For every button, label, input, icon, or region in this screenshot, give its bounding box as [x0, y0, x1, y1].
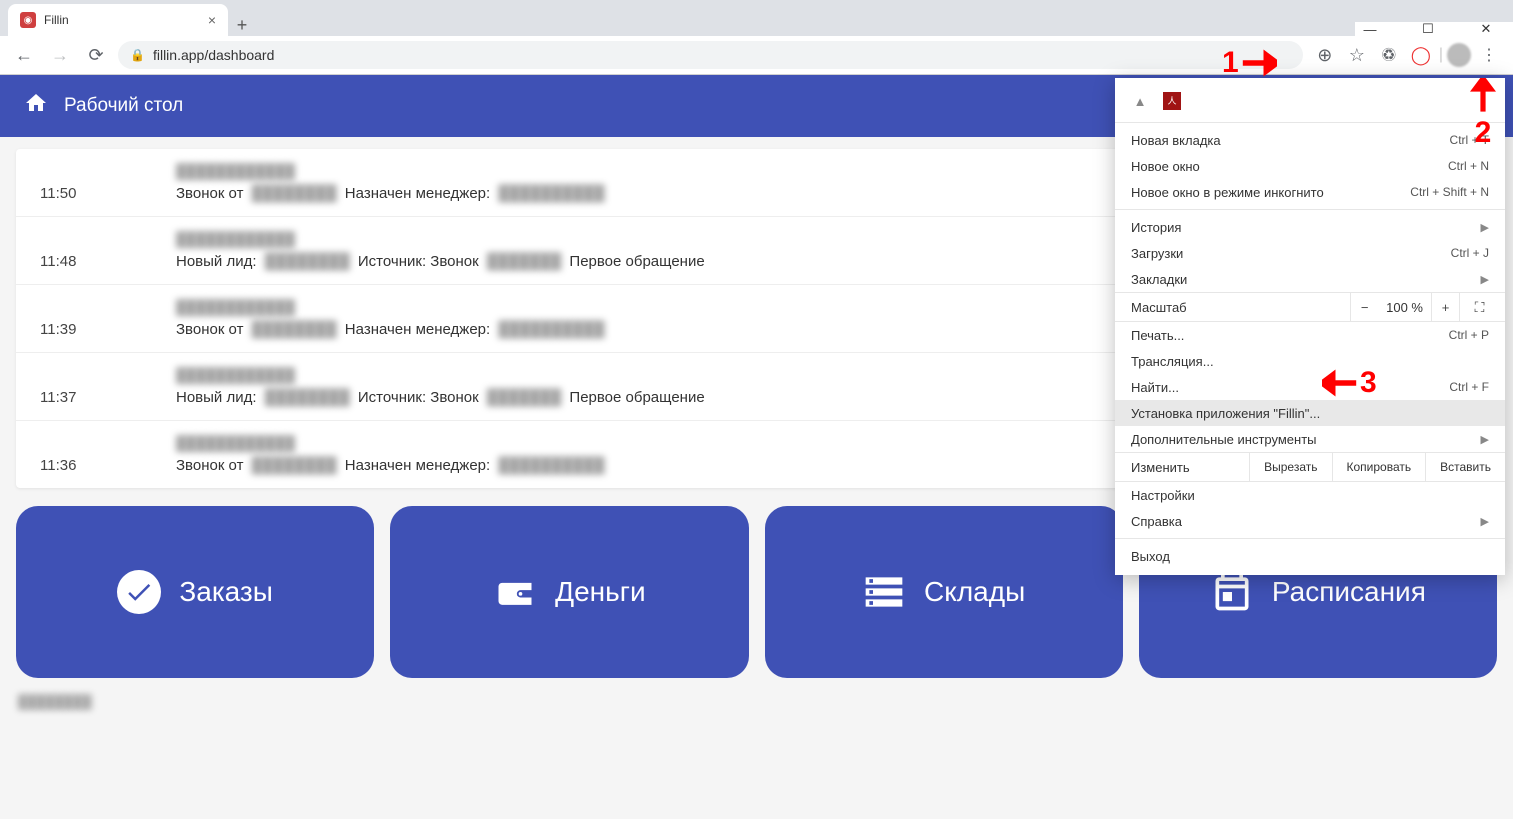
annotation-3: 3 — [1322, 366, 1377, 400]
feed-text: Звонок от ████████ Назначен менеджер: ██… — [176, 457, 609, 474]
close-tab-icon[interactable]: × — [208, 12, 216, 28]
check-circle-icon — [117, 570, 161, 614]
tile-label: Деньги — [555, 576, 645, 608]
feed-time: 11:36 — [16, 435, 176, 474]
pdf-extension-icon[interactable]: 人 — [1163, 92, 1181, 110]
profile-avatar[interactable] — [1447, 43, 1471, 67]
tab-title: Fillin — [44, 13, 200, 27]
feed-text: Новый лид: ████████ Источник: Звонок ███… — [176, 389, 705, 406]
tile-label: Заказы — [179, 576, 273, 608]
zoom-value: 100 % — [1378, 300, 1431, 315]
menu-edit-row: Изменить Вырезать Копировать Вставить — [1115, 452, 1505, 482]
menu-downloads[interactable]: ЗагрузкиCtrl + J — [1115, 240, 1505, 266]
footer-version: ████████ — [18, 694, 92, 709]
zoom-out-button[interactable]: − — [1350, 293, 1378, 321]
lock-icon: 🔒 — [130, 48, 145, 62]
feed-time: 11:37 — [16, 367, 176, 406]
window-controls: — ☐ ✕ — [1355, 22, 1513, 36]
back-button[interactable]: ← — [10, 41, 38, 69]
menu-zoom: Масштаб − 100 % + ⛶ — [1115, 292, 1505, 322]
menu-new-window[interactable]: Новое окноCtrl + N — [1115, 153, 1505, 179]
extension-icon[interactable]: ♽ — [1375, 41, 1403, 69]
url-field[interactable]: 🔒 fillin.app/dashboard — [118, 41, 1303, 69]
menu-cast[interactable]: Трансляция... — [1115, 348, 1505, 374]
menu-help[interactable]: Справка▶ — [1115, 508, 1505, 534]
tile-stores[interactable]: Склады — [765, 506, 1123, 678]
feed-text: Звонок от ████████ Назначен менеджер: ██… — [176, 321, 609, 338]
feed-time: 11:39 — [16, 299, 176, 338]
install-app-icon[interactable]: ⊕ — [1311, 41, 1339, 69]
storage-icon — [862, 570, 906, 614]
address-bar: ← → ⟳ 🔒 fillin.app/dashboard ⊕ ☆ ♽ ◯ | ⋮ — [0, 36, 1513, 74]
chrome-menu: ▲ 人 Новая вкладкаCtrl + T Новое окноCtrl… — [1115, 78, 1505, 575]
maximize-button[interactable]: ☐ — [1413, 15, 1443, 43]
tile-label: Склады — [924, 576, 1025, 608]
tile-orders[interactable]: Заказы — [16, 506, 374, 678]
drive-extension-icon[interactable]: ▲ — [1131, 92, 1149, 110]
feed-time: 11:48 — [16, 231, 176, 270]
bookmark-star-icon[interactable]: ☆ — [1343, 41, 1371, 69]
browser-tab[interactable]: ◉ Fillin × — [8, 4, 228, 36]
feed-text: Звонок от ████████ Назначен менеджер: ██… — [176, 185, 609, 202]
menu-history[interactable]: История▶ — [1115, 214, 1505, 240]
opera-extension-icon[interactable]: ◯ — [1407, 41, 1435, 69]
menu-cut[interactable]: Вырезать — [1249, 453, 1331, 481]
minimize-button[interactable]: — — [1355, 15, 1385, 43]
menu-exit[interactable]: Выход — [1115, 543, 1505, 569]
close-window-button[interactable]: ✕ — [1471, 15, 1501, 43]
reload-button[interactable]: ⟳ — [82, 41, 110, 69]
annotation-1: 1 — [1222, 46, 1277, 80]
menu-paste[interactable]: Вставить — [1425, 453, 1505, 481]
chrome-menu-button[interactable]: ⋮ — [1475, 41, 1503, 69]
feed-text: Новый лид: ████████ Источник: Звонок ███… — [176, 253, 705, 270]
wallet-icon — [493, 570, 537, 614]
favicon-icon: ◉ — [20, 12, 36, 28]
menu-incognito[interactable]: Новое окно в режиме инкогнитоCtrl + Shif… — [1115, 179, 1505, 205]
fullscreen-button[interactable]: ⛶ — [1459, 293, 1499, 321]
menu-bookmarks[interactable]: Закладки▶ — [1115, 266, 1505, 292]
url-text: fillin.app/dashboard — [153, 47, 274, 63]
feed-time: 11:50 — [16, 163, 176, 202]
browser-chrome: ◉ Fillin × + — ☐ ✕ ← → ⟳ 🔒 fillin.app/da… — [0, 0, 1513, 75]
new-tab-button[interactable]: + — [228, 15, 256, 36]
menu-install-app[interactable]: Установка приложения "Fillin"... — [1115, 400, 1505, 426]
menu-find[interactable]: Найти...Ctrl + F — [1115, 374, 1505, 400]
menu-print[interactable]: Печать...Ctrl + P — [1115, 322, 1505, 348]
zoom-in-button[interactable]: + — [1431, 293, 1459, 321]
tile-money[interactable]: Деньги — [390, 506, 748, 678]
tab-bar: ◉ Fillin × + — ☐ ✕ — [0, 0, 1513, 36]
home-icon[interactable] — [24, 91, 48, 121]
menu-settings[interactable]: Настройки — [1115, 482, 1505, 508]
forward-button[interactable]: → — [46, 41, 74, 69]
menu-more-tools[interactable]: Дополнительные инструменты▶ — [1115, 426, 1505, 452]
page-title: Рабочий стол — [64, 95, 183, 117]
menu-copy[interactable]: Копировать — [1332, 453, 1426, 481]
tile-label: Расписания — [1272, 576, 1426, 608]
menu-new-tab[interactable]: Новая вкладкаCtrl + T — [1115, 127, 1505, 153]
calendar-icon — [1210, 570, 1254, 614]
annotation-2: 2 — [1470, 78, 1496, 150]
